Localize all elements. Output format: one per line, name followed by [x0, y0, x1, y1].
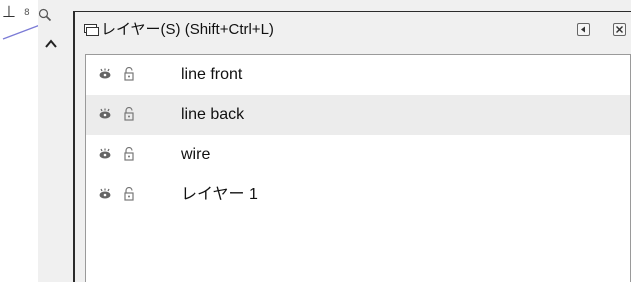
layer-name[interactable]: line back — [181, 105, 244, 125]
close-button[interactable] — [613, 23, 626, 36]
app-root: ⊥ 8 レイヤー(S) (Shift+Ctrl+L) line front li… — [0, 0, 631, 282]
layer-name[interactable]: wire — [181, 145, 210, 165]
chevron-up-icon[interactable] — [44, 38, 58, 50]
panel-titlebar[interactable]: レイヤー(S) (Shift+Ctrl+L) — [75, 12, 631, 48]
canvas-area[interactable]: ⊥ 8 — [0, 0, 41, 282]
canvas-stroke — [2, 24, 41, 40]
collapse-button[interactable] — [577, 23, 590, 36]
eye-icon[interactable] — [98, 68, 112, 80]
unlock-icon[interactable] — [123, 187, 135, 201]
layer-row[interactable]: レイヤー 1 — [86, 175, 630, 215]
unlock-icon[interactable] — [123, 67, 135, 81]
panel-title: レイヤー(S) (Shift+Ctrl+L) — [101, 21, 274, 38]
layer-row-selected[interactable]: line back — [86, 95, 630, 135]
eye-icon[interactable] — [98, 108, 112, 120]
layer-name[interactable]: line front — [181, 65, 242, 85]
triangle-left-icon — [581, 26, 585, 33]
ruler-small-label: 8 — [24, 8, 30, 18]
ruler-icon[interactable]: ⊥ — [2, 4, 16, 20]
layer-row[interactable]: line front — [86, 55, 630, 95]
layer-list[interactable]: line front line back wire レイヤー 1 — [85, 54, 631, 282]
eye-icon[interactable] — [98, 188, 112, 200]
eye-icon[interactable] — [98, 148, 112, 160]
unlock-icon[interactable] — [123, 107, 135, 121]
layer-panel-icon — [84, 24, 99, 36]
unlock-icon[interactable] — [123, 147, 135, 161]
layer-name[interactable]: レイヤー 1 — [181, 185, 258, 205]
layer-row[interactable]: wire — [86, 135, 630, 175]
zoom-icon[interactable] — [38, 8, 52, 22]
close-icon — [616, 26, 623, 33]
layer-panel: レイヤー(S) (Shift+Ctrl+L) line front line b… — [73, 11, 631, 282]
